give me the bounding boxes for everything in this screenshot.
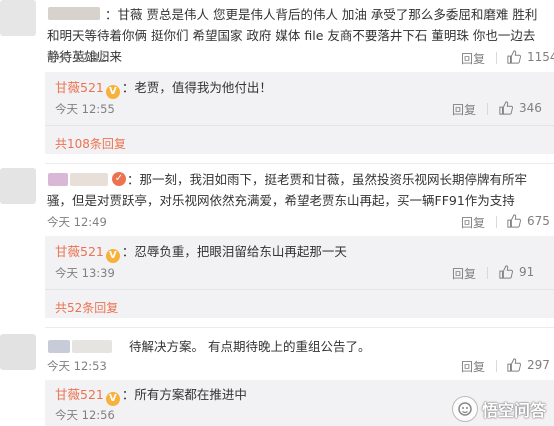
thumbs-up-icon bbox=[499, 265, 513, 279]
reply-button[interactable]: 回复 bbox=[452, 265, 476, 282]
reply-thread: 甘薇521 V ：忍辱负重，把眼泪留给东山再起那一天 今天 13:39 回复 91 … bbox=[45, 236, 554, 318]
like-button[interactable]: 1154 bbox=[507, 50, 554, 64]
watermark-text: 悟空问答 bbox=[481, 401, 546, 420]
reply-button[interactable]: 回复 bbox=[461, 50, 485, 67]
divider bbox=[45, 163, 554, 164]
thumbs-up-icon bbox=[507, 358, 521, 372]
reply-button[interactable]: 回复 bbox=[461, 214, 485, 231]
verified-badge-icon: V bbox=[105, 249, 120, 263]
avatar[interactable] bbox=[0, 0, 36, 36]
comment-text: ：那一刻，我泪如雨下，挺老贾和甘薇，虽然投资乐视网长期停牌有所牢骚，但是对贾跃亭… bbox=[47, 172, 528, 208]
like-button[interactable]: 675 bbox=[507, 214, 550, 228]
thumbs-up-icon bbox=[507, 214, 521, 228]
divider bbox=[45, 125, 554, 126]
avatar[interactable] bbox=[0, 168, 36, 204]
like-count: 91 bbox=[519, 265, 535, 279]
more-replies-link[interactable]: 共52条回复 bbox=[55, 299, 118, 316]
reply-button[interactable]: 回复 bbox=[452, 101, 476, 118]
comment-time: 今天 12:53 bbox=[47, 359, 107, 373]
reply-author[interactable]: 甘薇521 bbox=[55, 80, 104, 95]
divider bbox=[487, 267, 488, 279]
thumbs-up-icon bbox=[507, 50, 521, 64]
reply-author[interactable]: 甘薇521 bbox=[55, 387, 104, 402]
divider bbox=[45, 289, 554, 290]
verified-badge-icon: V bbox=[105, 392, 120, 406]
reply-time: 今天 13:39 bbox=[55, 266, 115, 280]
like-count: 675 bbox=[527, 214, 550, 228]
reply-button[interactable]: 回复 bbox=[461, 358, 485, 375]
thumbs-up-icon bbox=[499, 101, 513, 115]
watermark: 悟空问答 bbox=[451, 396, 546, 422]
divider bbox=[496, 216, 497, 228]
more-replies-link[interactable]: 共108条回复 bbox=[55, 135, 126, 152]
reply-author[interactable]: 甘薇521 bbox=[55, 244, 104, 259]
reply-thread: 甘薇521 V ：老贾，值得我为他付出！ 今天 12:55 回复 346 共108条… bbox=[45, 72, 554, 154]
divider bbox=[45, 327, 554, 328]
like-count: 1154 bbox=[527, 50, 554, 64]
like-count: 297 bbox=[527, 358, 550, 372]
verified-badge-icon: V bbox=[105, 85, 120, 99]
like-button[interactable]: 91 bbox=[499, 265, 534, 279]
like-count: 346 bbox=[519, 101, 542, 115]
like-button[interactable]: 297 bbox=[507, 358, 550, 372]
divider bbox=[487, 103, 488, 115]
comment-text: 待解决方案。 有点期待晚上的重组公告了。 bbox=[129, 339, 371, 354]
reply-text: 甘薇521 V ：老贾，值得我为他付出！ bbox=[55, 80, 272, 99]
wukong-logo-icon bbox=[451, 396, 478, 422]
like-button[interactable]: 346 bbox=[499, 101, 542, 115]
comment-time: 今天 12:49 bbox=[47, 215, 107, 229]
divider bbox=[496, 360, 497, 372]
divider bbox=[496, 52, 497, 64]
reply-time: 今天 12:55 bbox=[55, 102, 115, 116]
reply-text: 甘薇521 V ：忍辱负重，把眼泪留给东山再起那一天 bbox=[55, 244, 347, 263]
avatar[interactable] bbox=[0, 334, 36, 370]
comment-time: 今天 12:42 bbox=[47, 51, 107, 65]
reply-time: 今天 12:56 bbox=[55, 408, 115, 422]
